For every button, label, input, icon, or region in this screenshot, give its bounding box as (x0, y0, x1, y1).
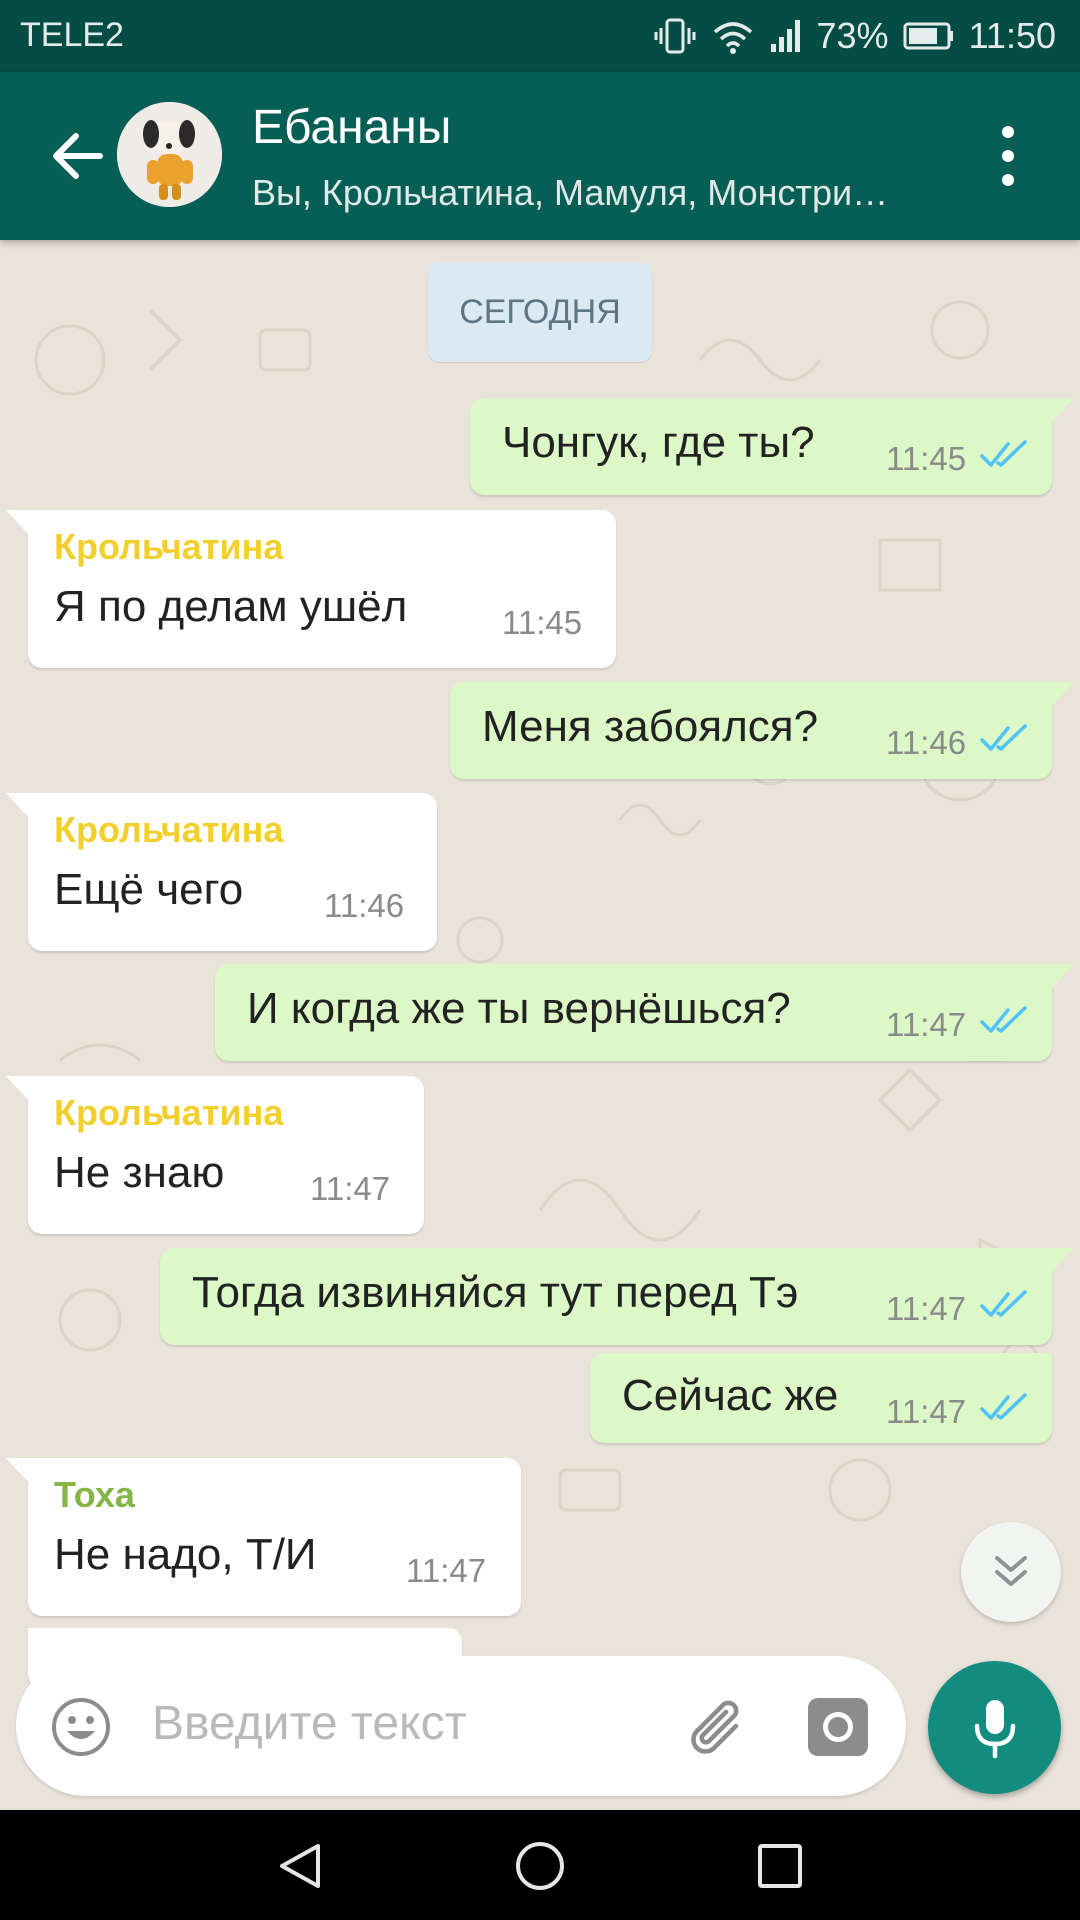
message-input[interactable]: Введите текст (152, 1696, 467, 1751)
message-incoming[interactable]: Крольчатина Не знаю 11:47 (6, 1076, 424, 1234)
message-sender: Тоха (54, 1474, 135, 1515)
smiley-icon[interactable] (50, 1696, 112, 1758)
message-text: Не надо, Т/И (54, 1530, 317, 1579)
message-text: Чонгук, где ты? (502, 418, 815, 467)
chat-title[interactable]: Ебананы (252, 100, 451, 155)
nav-back-icon[interactable] (274, 1840, 326, 1892)
message-incoming[interactable]: Крольчатина Я по делам ушёл 11:45 (6, 510, 616, 668)
message-text: Сейчас же (622, 1371, 839, 1420)
status-bar: TELE2 73% 11:50 (0, 0, 1080, 72)
message-time: 11:47 (886, 1290, 967, 1327)
message-outgoing[interactable]: Тогда извиняйся тут перед Тэ 11:47 (160, 1248, 1074, 1345)
nav-home-icon[interactable] (514, 1840, 566, 1892)
double-chevron-down-icon (995, 1556, 1027, 1586)
camera-icon[interactable] (806, 1696, 870, 1758)
message-time: 11:47 (886, 1006, 967, 1043)
vibrate-icon (654, 18, 696, 54)
double-check-icon (980, 440, 1027, 467)
message-text: И когда же ты вернёшься? (247, 984, 791, 1033)
date-separator: СЕГОДНЯ (428, 262, 652, 362)
message-incoming[interactable]: Тоха Не надо, Т/И 11:47 (6, 1458, 521, 1616)
message-outgoing[interactable]: Сейчас же 11:47 (590, 1353, 1052, 1443)
wifi-icon (713, 22, 752, 54)
message-outgoing[interactable]: Меня забоялся? 11:46 (450, 682, 1074, 779)
arrow-left-icon[interactable] (38, 116, 118, 196)
message-time: 11:47 (406, 1552, 487, 1589)
message-text: Не знаю (54, 1148, 225, 1197)
message-sender: Крольчатина (54, 809, 284, 850)
double-check-icon (980, 724, 1027, 751)
message-text: Меня забоялся? (482, 702, 819, 751)
signal-icon (770, 20, 800, 52)
battery-percent: 73% (816, 15, 889, 56)
message-text: Ещё чего (54, 865, 244, 914)
message-outgoing[interactable]: И когда же ты вернёшься? 11:47 (215, 964, 1074, 1061)
message-text: Тогда извиняйся тут перед Тэ (192, 1268, 799, 1317)
battery-icon (903, 22, 953, 50)
message-sender: Крольчатина (54, 1092, 284, 1133)
chat-header: Ебананы Вы, Крольчатина, Мамуля, Монстри… (0, 72, 1080, 240)
message-text: Я по делам ушёл (54, 582, 408, 631)
message-time: 11:46 (886, 724, 967, 761)
more-vert-icon[interactable] (988, 118, 1028, 194)
message-time: 11:45 (502, 604, 583, 641)
paperclip-icon[interactable] (684, 1692, 754, 1762)
microphone-icon (974, 1699, 1015, 1758)
group-avatar[interactable] (117, 102, 222, 207)
scroll-to-bottom-button[interactable] (961, 1522, 1061, 1622)
clock: 11:50 (968, 15, 1056, 56)
nav-recent-apps-icon[interactable] (754, 1840, 806, 1892)
voice-record-button[interactable] (928, 1661, 1061, 1794)
carrier-label: TELE2 (20, 16, 124, 54)
message-time: 11:46 (324, 887, 405, 924)
message-sender: Крольчатина (54, 526, 284, 567)
message-time: 11:47 (886, 1393, 967, 1430)
chat-participants[interactable]: Вы, Крольчатина, Мамуля, Монстри… (252, 172, 888, 214)
message-time: 11:47 (310, 1170, 391, 1207)
double-check-icon (980, 1393, 1027, 1420)
message-list[interactable]: СЕГОДНЯ Чонгук, где ты? 11:45 Крольчатин… (0, 240, 1080, 1810)
status-icons: 73% 11:50 (653, 12, 1056, 60)
message-outgoing[interactable]: Чонгук, где ты? 11:45 (470, 398, 1074, 495)
compose-bar: Введите текст (16, 1656, 906, 1796)
double-check-icon (980, 1290, 1027, 1317)
message-incoming[interactable]: Крольчатина Ещё чего 11:46 (6, 793, 437, 951)
message-time: 11:45 (886, 440, 967, 477)
system-nav-bar (0, 1810, 1080, 1920)
double-check-icon (980, 1006, 1027, 1033)
